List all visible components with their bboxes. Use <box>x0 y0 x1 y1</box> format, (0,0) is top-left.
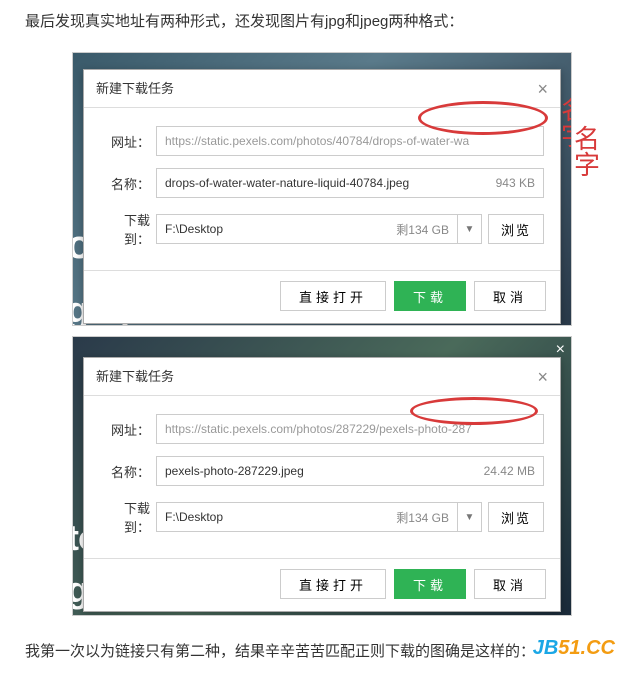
name-label: 名称： <box>100 462 156 481</box>
file-size: 943 KB <box>488 176 543 190</box>
url-input[interactable] <box>157 127 543 155</box>
screenshot-1: o graphicstock 新建下载任务 × 网址： 名称： 943 KB 下 <box>72 52 572 326</box>
page-watermark: JB51.CC <box>533 637 615 660</box>
download-path-input[interactable] <box>157 503 388 531</box>
dialog-title: 新建下载任务 <box>96 358 174 396</box>
article-intro: 最后发现真实地址有两种形式，还发现图片有jpg和jpeg两种格式： <box>0 0 621 52</box>
download-button[interactable]: 下载 <box>394 569 466 599</box>
path-dropdown-icon[interactable]: ▼ <box>457 503 481 531</box>
url-label: 网址： <box>100 420 156 439</box>
open-directly-button[interactable]: 直接打开 <box>280 281 386 311</box>
download-to-label: 下载到： <box>100 498 156 536</box>
close-icon[interactable]: × <box>537 358 548 396</box>
download-dialog: 新建下载任务 × 网址： 名称： 24.42 MB 下载到： <box>83 357 561 612</box>
cancel-button[interactable]: 取消 <box>474 281 546 311</box>
cancel-button[interactable]: 取消 <box>474 569 546 599</box>
name-input[interactable] <box>157 457 476 485</box>
open-directly-button[interactable]: 直接打开 <box>280 569 386 599</box>
browse-button[interactable]: 浏览 <box>488 214 544 244</box>
name-input[interactable] <box>157 169 488 197</box>
annotation-text: 名字 <box>561 98 572 150</box>
dialog-header: 新建下载任务 × <box>84 70 560 108</box>
screenshot-2: × to graphicstock 新建下载任务 × 网址： 名称： 24.42… <box>72 336 572 616</box>
name-label: 名称： <box>100 174 156 193</box>
path-dropdown-icon[interactable]: ▼ <box>457 215 481 243</box>
free-space: 剩134 GB <box>388 221 457 238</box>
download-dialog: 新建下载任务 × 网址： 名称： 943 KB 下载到： <box>83 69 561 324</box>
free-space: 剩134 GB <box>388 509 457 526</box>
close-icon[interactable]: × <box>537 70 548 108</box>
url-label: 网址： <box>100 132 156 151</box>
download-path-input[interactable] <box>157 215 388 243</box>
browse-button[interactable]: 浏览 <box>488 502 544 532</box>
download-button[interactable]: 下载 <box>394 281 466 311</box>
article-outro: 我第一次以为链接只有第二种，结果辛辛苦苦匹配正则下载的图确是这样的： <box>0 626 621 682</box>
dialog-header: 新建下载任务 × <box>84 358 560 396</box>
file-size: 24.42 MB <box>476 464 543 478</box>
dialog-title: 新建下载任务 <box>96 70 174 108</box>
download-to-label: 下载到： <box>100 210 156 248</box>
url-input[interactable] <box>157 415 543 443</box>
annotation-text-outside: 名字 <box>574 127 621 179</box>
